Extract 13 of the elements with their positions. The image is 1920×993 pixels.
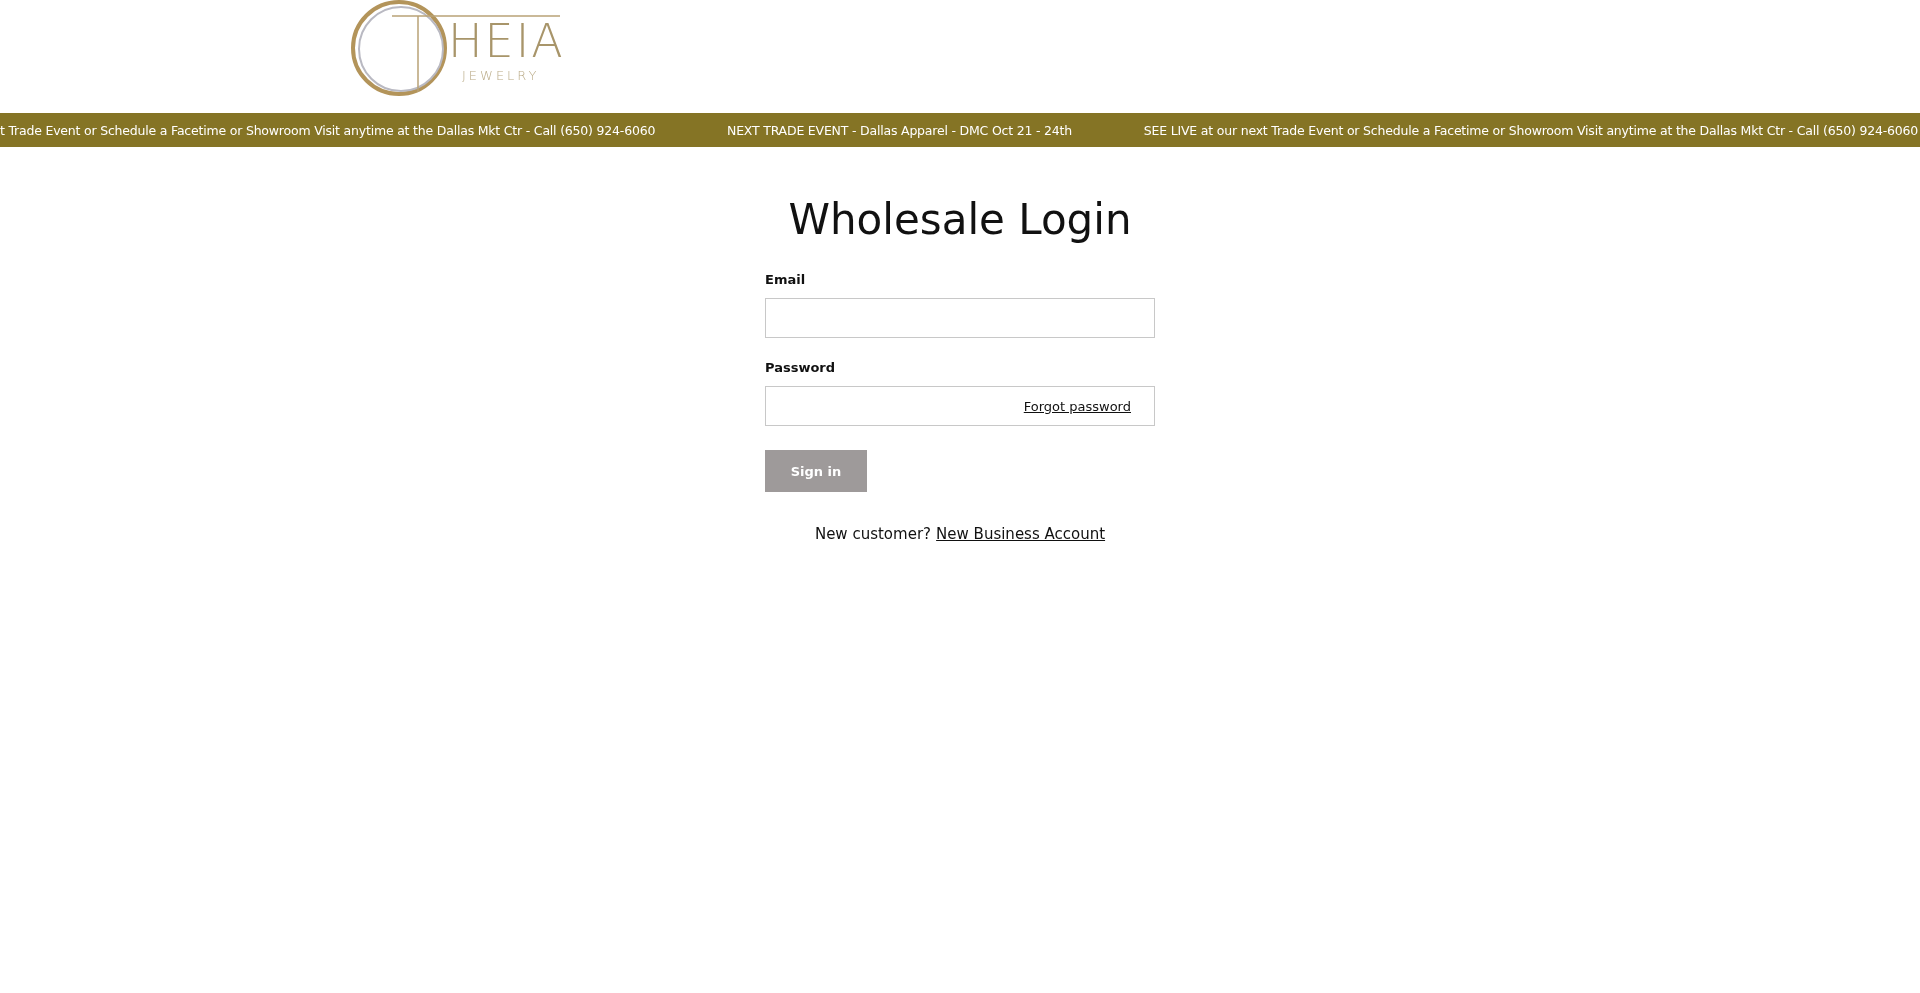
announcement-text: t Trade Event or Schedule a Facetime or Showroom Visit anytime at the Dallas Mkt Ctr - Call (650) 924-6060	[0, 122, 656, 138]
field-label: Email	[765, 272, 807, 287]
new-customer-text: New customer?	[814, 525, 931, 543]
input-field[interactable]: Forgot password	[765, 386, 1155, 426]
page-title: Wholesale Login	[787, 195, 1133, 244]
announcement-text: SEE LIVE at our next Trade Event or Schedule a Facetime or Showroom Visit anytime at the Dallas Mkt Ctr - Call (650) 924-6060	[1143, 122, 1918, 138]
field-label: Password	[765, 360, 837, 375]
logo-wordmark: HEIA	[448, 14, 565, 68]
logo-tagline: JEWELRY	[462, 68, 540, 83]
forgot-password-link[interactable]: Forgot password	[1023, 398, 1131, 414]
new-account-link[interactable]: New Business Account	[936, 525, 1106, 543]
announcement-text: NEXT TRADE EVENT - Dallas Apparel - DMC Oct 21 - 24th	[727, 122, 1072, 138]
input-field[interactable]	[765, 298, 1155, 338]
